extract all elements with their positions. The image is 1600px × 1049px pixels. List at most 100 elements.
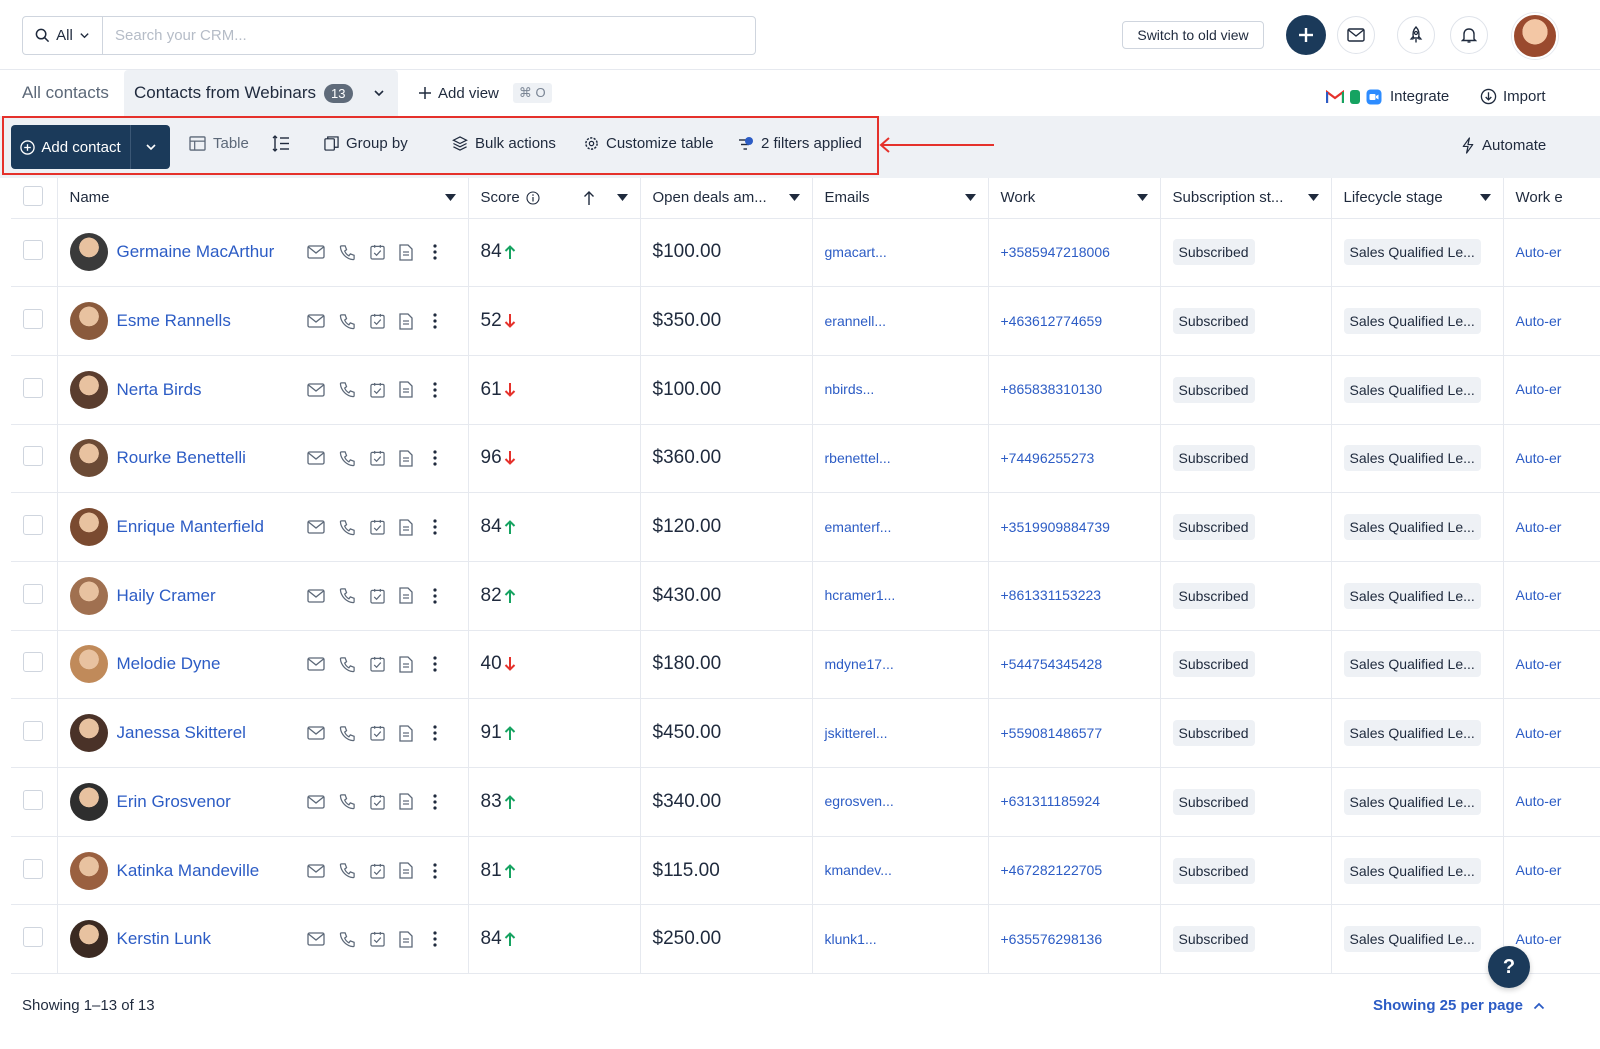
sort-ascending-icon[interactable] <box>583 190 595 206</box>
task-icon[interactable] <box>369 794 385 810</box>
caret-down-icon[interactable] <box>444 194 456 202</box>
phone-link[interactable]: +467282122705 <box>1001 862 1103 878</box>
tab-all-contacts[interactable]: All contacts <box>22 70 109 116</box>
task-icon[interactable] <box>369 588 385 604</box>
mail-icon[interactable] <box>306 451 325 466</box>
header-name[interactable]: Name <box>57 178 469 219</box>
integrate-button[interactable]: Integrate <box>1326 88 1449 105</box>
contact-name-link[interactable]: Janessa Skitterel <box>117 723 307 743</box>
phone-link[interactable]: +463612774659 <box>1001 313 1103 329</box>
work-email-link[interactable]: Auto-er <box>1516 450 1562 466</box>
work-email-link[interactable]: Auto-er <box>1516 656 1562 672</box>
mail-icon[interactable] <box>306 520 325 534</box>
phone-icon[interactable] <box>339 519 356 536</box>
chevron-down-icon[interactable] <box>373 87 385 99</box>
row-checkbox[interactable] <box>23 240 43 261</box>
row-checkbox[interactable] <box>23 789 43 810</box>
phone-icon[interactable] <box>339 656 356 673</box>
phone-icon[interactable] <box>339 450 356 467</box>
phone-icon[interactable] <box>339 725 356 742</box>
mail-icon[interactable] <box>306 657 325 672</box>
header-open-deals[interactable]: Open deals am... <box>640 178 813 219</box>
row-checkbox[interactable] <box>23 858 43 879</box>
row-density-button[interactable] <box>272 135 290 152</box>
task-icon[interactable] <box>369 382 385 398</box>
more-options-icon[interactable] <box>427 862 443 879</box>
task-icon[interactable] <box>369 931 385 947</box>
work-email-link[interactable]: Auto-er <box>1516 931 1562 947</box>
user-avatar[interactable] <box>1512 13 1558 59</box>
phone-link[interactable]: +3585947218006 <box>1001 244 1110 260</box>
phone-link[interactable]: +631311185924 <box>1001 793 1101 809</box>
note-icon[interactable] <box>398 518 413 536</box>
table-row[interactable]: Erin Grosvenor 83 $340.00 egrosven... +63131… <box>11 767 1600 837</box>
tab-contacts-from-webinars[interactable]: Contacts from Webinars 13 <box>124 70 398 116</box>
row-checkbox[interactable] <box>23 377 43 398</box>
row-checkbox[interactable] <box>23 583 43 604</box>
table-row[interactable]: Haily Cramer 82 $430.00 hcramer1... +8613311… <box>11 561 1600 631</box>
caret-down-icon[interactable] <box>1479 194 1491 202</box>
more-options-icon[interactable] <box>427 244 443 260</box>
mail-icon[interactable] <box>306 314 325 328</box>
add-contact-dropdown[interactable] <box>131 125 170 169</box>
lifecycle-badge[interactable]: Sales Qualified Le... <box>1343 857 1481 884</box>
email-link[interactable]: rbenettel... <box>825 450 891 466</box>
import-button[interactable]: Import <box>1480 88 1546 105</box>
phone-icon[interactable] <box>339 381 356 398</box>
task-icon[interactable] <box>369 863 385 879</box>
phone-link[interactable]: +635576298136 <box>1001 931 1103 947</box>
group-by-button[interactable]: Group by <box>324 135 408 152</box>
email-link[interactable]: egrosven... <box>825 793 894 809</box>
work-email-link[interactable]: Auto-er <box>1516 862 1562 878</box>
lifecycle-badge[interactable]: Sales Qualified Le... <box>1343 582 1481 609</box>
more-options-icon[interactable] <box>427 450 443 467</box>
contact-name-link[interactable]: Germaine MacArthur <box>117 242 307 262</box>
work-email-link[interactable]: Auto-er <box>1516 587 1562 603</box>
note-icon[interactable] <box>398 312 413 330</box>
table-row[interactable]: Enrique Manterfield 84 $120.00 emanterf... +… <box>11 492 1600 562</box>
phone-icon[interactable] <box>339 862 356 879</box>
switch-to-old-view-button[interactable]: Switch to old view <box>1122 21 1264 49</box>
add-view-button[interactable]: Add view ⌘ O <box>418 83 552 103</box>
table-row[interactable]: Rourke Benettelli 96 $360.00 rbenettel... +7… <box>11 424 1600 494</box>
header-lifecycle-stage[interactable]: Lifecycle stage <box>1331 178 1504 219</box>
caret-down-icon[interactable] <box>788 194 800 202</box>
note-icon[interactable] <box>398 587 413 604</box>
contact-name-link[interactable]: Melodie Dyne <box>117 654 307 674</box>
help-button[interactable]: ? <box>1488 946 1530 988</box>
rocket-button[interactable] <box>1397 16 1435 54</box>
work-email-link[interactable]: Auto-er <box>1516 725 1562 741</box>
phone-link[interactable]: +3519909884739 <box>1001 519 1110 535</box>
task-icon[interactable] <box>369 656 385 673</box>
work-email-link[interactable]: Auto-er <box>1516 313 1562 329</box>
table-row[interactable]: Melodie Dyne 40 $180.00 mdyne17... +54475434… <box>11 630 1600 700</box>
mail-icon[interactable] <box>306 245 325 259</box>
table-row[interactable]: Kerstin Lunk 84 $250.00 klunk1... +635576298… <box>11 904 1600 975</box>
phone-link[interactable]: +74496255273 <box>1001 450 1095 466</box>
contact-name-link[interactable]: Rourke Benettelli <box>117 448 307 468</box>
email-link[interactable]: erannell... <box>825 313 886 329</box>
task-icon[interactable] <box>369 244 385 260</box>
lifecycle-badge[interactable]: Sales Qualified Le... <box>1343 788 1481 815</box>
email-link[interactable]: mdyne17... <box>825 656 894 672</box>
task-icon[interactable] <box>369 313 385 329</box>
lifecycle-badge[interactable]: Sales Qualified Le... <box>1343 308 1481 335</box>
table-row[interactable]: Esme Rannells 52 $350.00 erannell... +463612… <box>11 286 1600 356</box>
more-options-icon[interactable] <box>427 794 443 810</box>
phone-icon[interactable] <box>339 313 356 330</box>
more-options-icon[interactable] <box>427 656 443 673</box>
header-emails[interactable]: Emails <box>812 178 989 219</box>
more-options-icon[interactable] <box>427 313 443 329</box>
caret-down-icon[interactable] <box>616 194 628 202</box>
table-row[interactable]: Janessa Skitterel 91 $450.00 jskitterel... +… <box>11 698 1600 768</box>
row-checkbox[interactable] <box>23 652 43 673</box>
info-icon[interactable] <box>526 191 540 205</box>
lifecycle-badge[interactable]: Sales Qualified Le... <box>1343 651 1481 678</box>
customize-table-button[interactable]: Customize table <box>584 135 714 152</box>
more-options-icon[interactable] <box>427 725 443 741</box>
mail-icon[interactable] <box>306 589 325 603</box>
add-contact-button[interactable]: Add contact <box>11 125 170 169</box>
caret-down-icon[interactable] <box>1136 194 1148 202</box>
phone-link[interactable]: +544754345428 <box>1001 656 1103 672</box>
caret-down-icon[interactable] <box>1307 194 1319 202</box>
